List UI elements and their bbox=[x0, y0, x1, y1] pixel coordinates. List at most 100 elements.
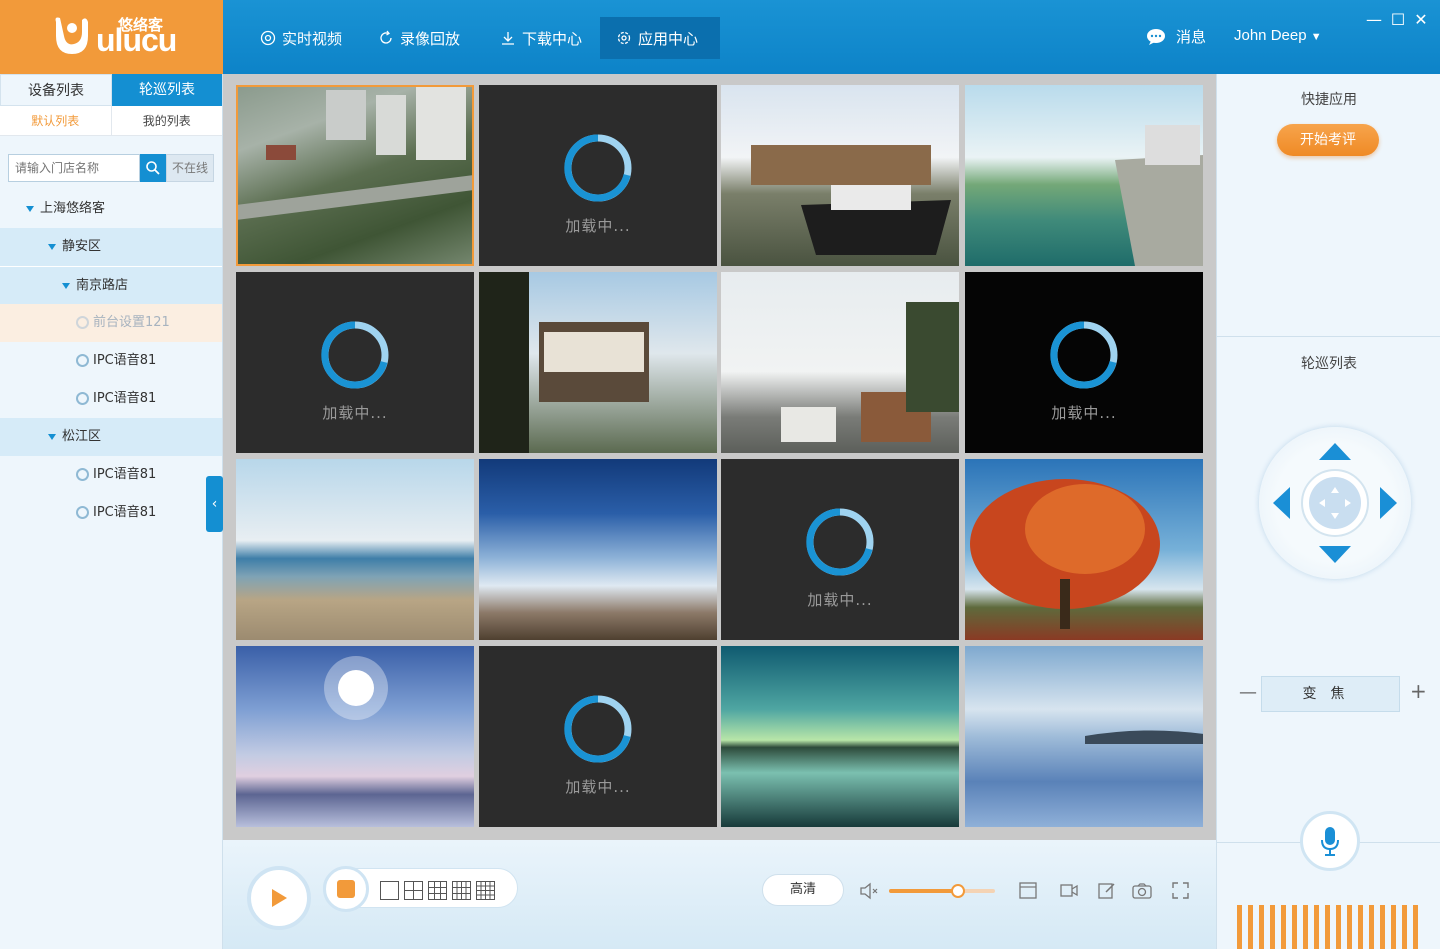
video-tile[interactable]: 加载中... bbox=[721, 459, 959, 640]
video-frame-canal bbox=[1115, 125, 1203, 266]
video-tile[interactable] bbox=[236, 646, 474, 827]
fullscreen-icon[interactable] bbox=[1172, 882, 1189, 899]
tree-node[interactable]: 南京路店 bbox=[0, 266, 222, 304]
messages-button[interactable]: 消息 bbox=[1146, 26, 1206, 47]
microphone-button[interactable] bbox=[1300, 811, 1360, 871]
video-tile[interactable]: 加载中... bbox=[479, 646, 717, 827]
subtab-my-list[interactable]: 我的列表 bbox=[110, 106, 223, 135]
video-tile[interactable] bbox=[965, 85, 1203, 266]
layout-12-icon[interactable] bbox=[452, 881, 471, 900]
patrol-list-title: 轮巡列表 bbox=[1301, 356, 1357, 372]
search-button[interactable] bbox=[140, 154, 166, 182]
play-button[interactable] bbox=[247, 866, 311, 930]
audio-meter-bar bbox=[1347, 905, 1352, 949]
tree-node[interactable]: 上海悠络客 bbox=[0, 190, 222, 228]
volume-slider[interactable] bbox=[889, 884, 995, 898]
video-tile[interactable] bbox=[965, 459, 1203, 640]
nav-live-video[interactable]: 实时视频 bbox=[244, 17, 358, 59]
video-tile[interactable] bbox=[965, 646, 1203, 827]
video-tile[interactable] bbox=[721, 85, 959, 266]
tab-patrol-list[interactable]: 轮巡列表 bbox=[112, 74, 222, 106]
layout-4-icon[interactable] bbox=[404, 881, 423, 900]
video-frame-city bbox=[236, 85, 474, 220]
layout-16-icon[interactable] bbox=[476, 881, 495, 900]
search-bar: 不在线 bbox=[8, 154, 214, 182]
audio-meter-bar bbox=[1248, 905, 1253, 949]
tree-camera-item[interactable]: IPC语音81 bbox=[0, 342, 222, 380]
ptz-down-icon[interactable] bbox=[1319, 546, 1351, 563]
camera-icon bbox=[76, 392, 89, 405]
tree-node[interactable]: 松江区 bbox=[0, 418, 222, 456]
tree-node-label: IPC语音81 bbox=[93, 505, 157, 520]
camera-icon bbox=[76, 354, 89, 367]
offline-filter[interactable]: 不在线 bbox=[166, 154, 214, 182]
sidebar: 设备列表 轮巡列表 默认列表 我的列表 不在线 上海悠络客 静安区 南京路店 前… bbox=[0, 74, 223, 949]
subtab-default-list[interactable]: 默认列表 bbox=[0, 106, 111, 135]
video-tile[interactable]: 加载中... bbox=[479, 85, 717, 266]
logo: 悠络客 ulucu bbox=[0, 0, 223, 74]
chrome-icon bbox=[260, 30, 276, 46]
audio-meter-bar bbox=[1380, 905, 1385, 949]
tree-node-label: IPC语音81 bbox=[93, 391, 157, 406]
tree-camera-item[interactable]: 前台设置121 bbox=[0, 304, 222, 342]
volume-icon[interactable] bbox=[859, 882, 879, 900]
tree-node-label: 南京路店 bbox=[76, 278, 129, 293]
zoom-out-button[interactable]: — bbox=[1239, 684, 1257, 702]
tree-node-label: 上海悠络客 bbox=[40, 201, 106, 216]
loading-spinner-icon bbox=[564, 134, 632, 202]
ptz-arrows bbox=[1273, 443, 1397, 563]
nav-label: 下载中心 bbox=[522, 29, 583, 48]
quality-button[interactable]: 高清 bbox=[762, 874, 844, 906]
zoom-in-button[interactable]: + bbox=[1410, 681, 1427, 701]
nav-download-center[interactable]: 下载中心 bbox=[484, 17, 598, 59]
expand-arrow-icon bbox=[48, 433, 56, 440]
video-frame-lake-green bbox=[721, 646, 959, 827]
ptz-right-icon[interactable] bbox=[1380, 487, 1397, 519]
video-tile[interactable] bbox=[236, 459, 474, 640]
video-tile[interactable] bbox=[479, 272, 717, 453]
record-icon[interactable] bbox=[1060, 882, 1078, 899]
volume-handle[interactable] bbox=[950, 884, 965, 898]
expand-arrow-icon bbox=[48, 243, 56, 250]
video-tile[interactable]: 加载中... bbox=[965, 272, 1203, 453]
tree-camera-item[interactable]: IPC语音81 bbox=[0, 494, 222, 532]
video-frame-tree bbox=[970, 479, 1160, 629]
window-mode-icon[interactable] bbox=[1019, 882, 1037, 899]
brand-name: ulucu bbox=[96, 22, 177, 58]
collapse-left-button[interactable]: ‹ bbox=[206, 476, 223, 532]
camera-snapshot-icon[interactable] bbox=[1132, 883, 1152, 899]
user-menu[interactable]: John Deep ▼ bbox=[1234, 27, 1322, 44]
video-tile[interactable] bbox=[479, 459, 717, 640]
nav-label: 录像回放 bbox=[400, 29, 461, 48]
tree-node[interactable]: 静安区 bbox=[0, 228, 222, 266]
tree-camera-item[interactable]: IPC语音81 bbox=[0, 380, 222, 418]
stop-button[interactable] bbox=[323, 866, 369, 912]
minimize-button[interactable]: — bbox=[1366, 12, 1382, 28]
search-input[interactable] bbox=[8, 154, 140, 182]
loading-spinner-icon bbox=[564, 695, 632, 763]
video-frame-lake-blue bbox=[1085, 730, 1203, 744]
tree-camera-item[interactable]: IPC语音81 bbox=[0, 456, 222, 494]
video-tile[interactable] bbox=[721, 272, 959, 453]
start-evaluation-button[interactable]: 开始考评 bbox=[1277, 124, 1379, 156]
stop-icon bbox=[337, 880, 355, 898]
nav-label: 应用中心 bbox=[638, 29, 699, 48]
maximize-button[interactable]: ☐ bbox=[1390, 12, 1406, 28]
edit-icon[interactable] bbox=[1098, 882, 1116, 899]
close-button[interactable]: ✕ bbox=[1413, 12, 1429, 28]
loading-spinner-icon bbox=[1050, 321, 1118, 389]
layout-9-icon[interactable] bbox=[428, 881, 447, 900]
video-frame-boat bbox=[751, 145, 951, 255]
nav-app-center[interactable]: 应用中心 bbox=[600, 17, 720, 59]
video-tile[interactable] bbox=[236, 85, 474, 266]
nav-playback[interactable]: 录像回放 bbox=[362, 17, 476, 59]
ptz-up-icon[interactable] bbox=[1319, 443, 1351, 460]
video-tile[interactable] bbox=[721, 646, 959, 827]
ptz-left-icon[interactable] bbox=[1273, 487, 1290, 519]
ptz-center-button[interactable] bbox=[1309, 477, 1361, 529]
user-name: John Deep bbox=[1234, 27, 1307, 44]
tab-device-list[interactable]: 设备列表 bbox=[0, 74, 112, 106]
video-tile[interactable]: 加载中... bbox=[236, 272, 474, 453]
layout-1-icon[interactable] bbox=[380, 881, 399, 900]
camera-icon bbox=[76, 506, 89, 519]
